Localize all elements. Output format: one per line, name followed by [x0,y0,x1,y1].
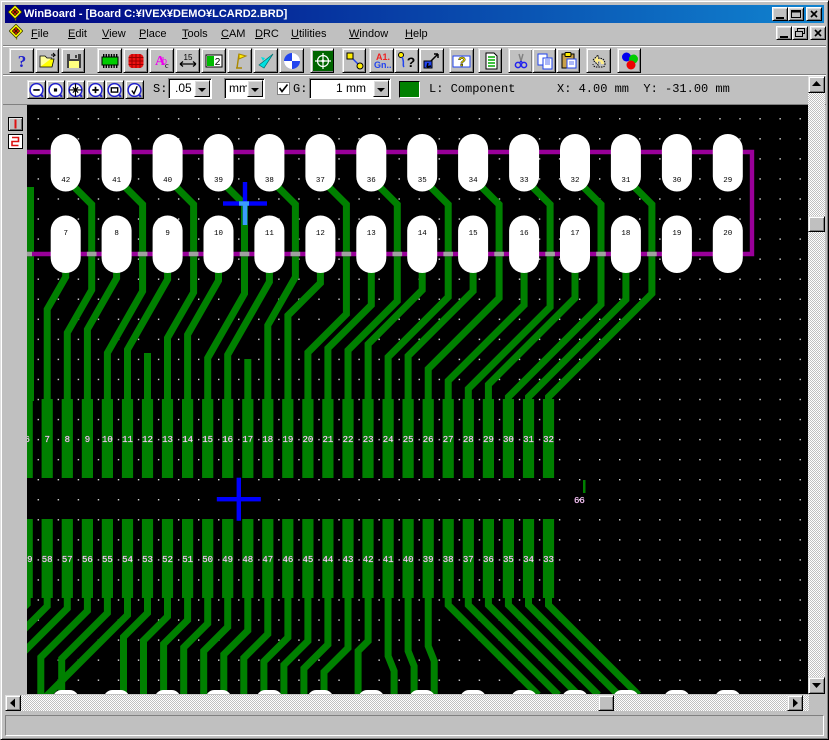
svg-text:22: 22 [343,435,354,445]
svg-text:33: 33 [520,177,530,185]
svg-text:43: 43 [343,555,354,565]
svg-text:51: 51 [182,555,193,565]
svg-text:14: 14 [182,435,193,445]
svg-text:40: 40 [163,177,173,185]
svg-text:7: 7 [44,435,49,445]
svg-text:34: 34 [523,555,534,565]
svg-text:31: 31 [621,177,631,185]
svg-text:9: 9 [165,230,170,238]
svg-text:34: 34 [469,177,479,185]
svg-text:23: 23 [363,435,374,445]
svg-text:37: 37 [316,177,325,185]
svg-text:16: 16 [222,435,233,445]
svg-text:9: 9 [85,435,90,445]
svg-text:?: ? [407,54,416,70]
svg-text:54: 54 [122,555,133,565]
svg-text:52: 52 [162,555,173,565]
svg-text:36: 36 [483,555,494,565]
svg-text:31: 31 [523,435,534,445]
svg-text:11: 11 [122,435,133,445]
svg-text:10: 10 [102,435,113,445]
svg-text:30: 30 [503,435,514,445]
svg-text:57: 57 [62,555,73,565]
svg-text:12: 12 [316,230,325,238]
svg-text:17: 17 [242,435,253,445]
svg-text:41: 41 [112,177,122,185]
svg-text:49: 49 [222,555,233,565]
svg-text:56: 56 [82,555,93,565]
svg-text:14: 14 [418,230,428,238]
svg-text:29: 29 [483,435,494,445]
svg-text:15: 15 [184,53,193,62]
svg-text:40: 40 [403,555,414,565]
svg-text:11: 11 [265,230,275,238]
svg-text:58: 58 [42,555,53,565]
svg-text:35: 35 [418,177,428,185]
svg-text:10: 10 [214,230,224,238]
svg-text:38: 38 [265,177,274,185]
svg-text:8: 8 [65,435,70,445]
svg-text:20: 20 [723,230,733,238]
svg-text:42: 42 [363,555,374,565]
svg-text:12: 12 [142,435,153,445]
svg-text:48: 48 [242,555,253,565]
svg-text:16: 16 [520,230,530,238]
svg-text:38: 38 [443,555,454,565]
svg-text:c: c [165,61,169,70]
svg-text:45: 45 [302,555,313,565]
svg-text:2: 2 [215,57,221,68]
svg-text:55: 55 [102,555,113,565]
svg-text:18: 18 [262,435,273,445]
svg-text:28: 28 [463,435,474,445]
svg-text:19: 19 [282,435,293,445]
svg-text:?: ? [18,52,27,71]
svg-text:25: 25 [403,435,414,445]
svg-text:32: 32 [570,177,579,185]
svg-text:15: 15 [202,435,213,445]
svg-text:42: 42 [61,177,70,185]
svg-text:?: ? [458,54,466,69]
svg-text:44: 44 [322,555,333,565]
svg-text:27: 27 [443,435,454,445]
svg-text:13: 13 [162,435,173,445]
svg-text:39: 39 [214,177,223,185]
svg-text:46: 46 [282,555,293,565]
svg-text:18: 18 [621,230,630,238]
svg-text:41: 41 [383,555,394,565]
svg-text:24: 24 [383,435,394,445]
svg-text:32: 32 [543,435,554,445]
svg-text:26: 26 [423,435,434,445]
svg-text:50: 50 [202,555,213,565]
svg-text:Gn..: Gn.. [374,60,392,70]
svg-text:6: 6 [27,435,30,445]
svg-text:13: 13 [367,230,377,238]
svg-text:37: 37 [463,555,474,565]
svg-text:19: 19 [672,230,681,238]
svg-text:29: 29 [723,177,732,185]
svg-text:17: 17 [570,230,579,238]
svg-text:35: 35 [503,555,514,565]
svg-text:39: 39 [423,555,434,565]
svg-text:7: 7 [63,230,68,238]
svg-text:20: 20 [302,435,313,445]
svg-text:8: 8 [114,230,119,238]
svg-text:33: 33 [543,555,554,565]
svg-text:15: 15 [469,230,479,238]
svg-text:36: 36 [367,177,377,185]
svg-text:30: 30 [672,177,682,185]
svg-text:59: 59 [27,555,33,565]
svg-text:66: 66 [574,496,585,506]
svg-text:21: 21 [322,435,333,445]
svg-text:47: 47 [262,555,273,565]
svg-text:53: 53 [142,555,153,565]
